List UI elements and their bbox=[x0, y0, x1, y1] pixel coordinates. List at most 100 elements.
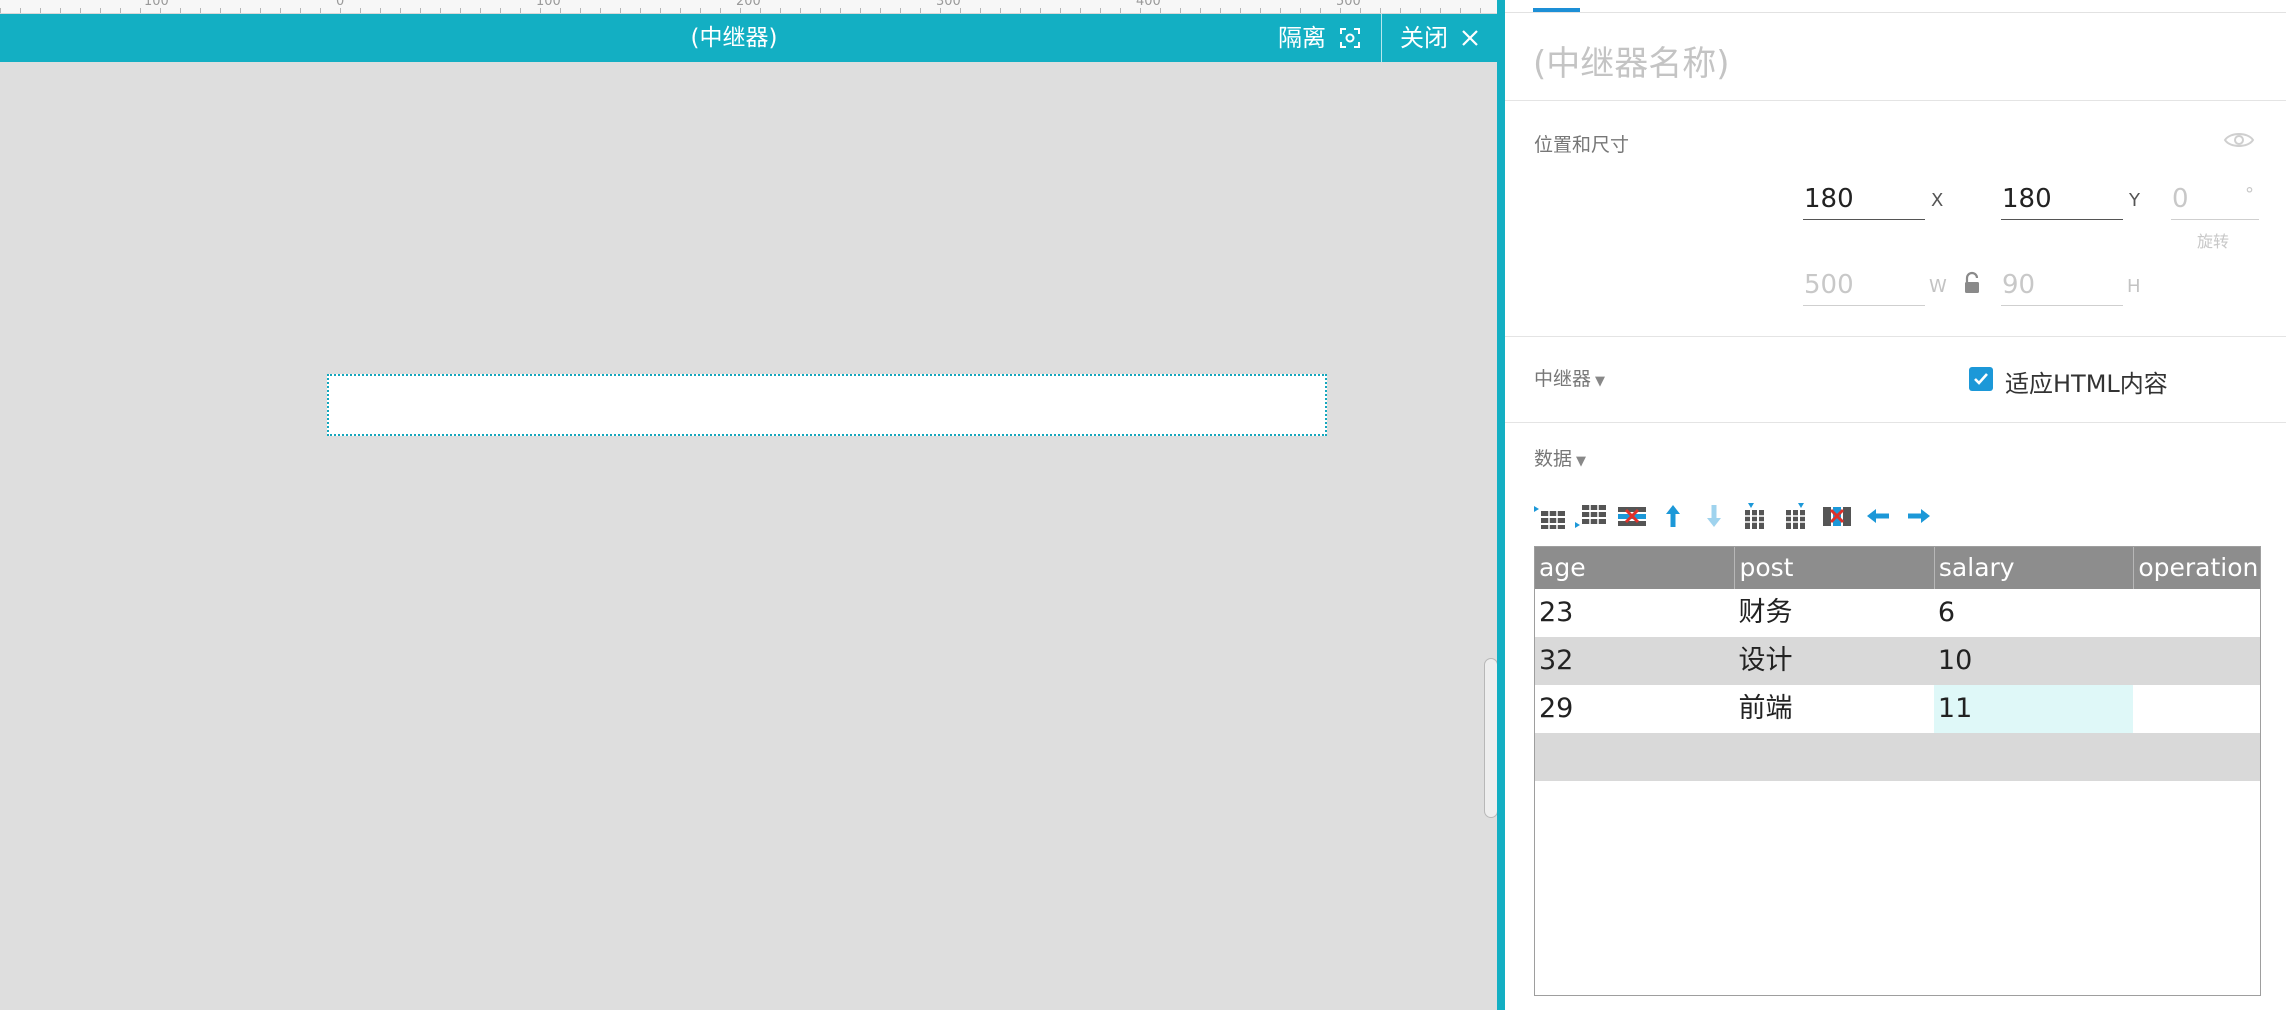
fit-html-checkbox[interactable] bbox=[1969, 367, 1993, 391]
ruler-tick bbox=[1240, 8, 1241, 13]
grid-cell[interactable] bbox=[2133, 733, 2260, 781]
ruler-tick bbox=[280, 8, 281, 13]
grid-cell-selected[interactable]: 11 bbox=[1933, 685, 2134, 733]
grid-cell[interactable] bbox=[2133, 685, 2260, 733]
ruler-tick bbox=[1460, 8, 1461, 13]
x-input[interactable]: 180 bbox=[1803, 180, 1925, 220]
ruler-tick bbox=[80, 8, 81, 13]
ruler-tick bbox=[1280, 8, 1281, 13]
fit-html-label[interactable]: 适应HTML内容 bbox=[2005, 364, 2168, 399]
move-down-icon[interactable] bbox=[1697, 502, 1731, 530]
widget-name-field[interactable]: (中继器名称) bbox=[1533, 36, 1730, 85]
insert-row-above-icon[interactable] bbox=[1533, 502, 1567, 530]
ruler-tick bbox=[980, 8, 981, 13]
ruler-tick bbox=[140, 8, 141, 13]
ruler-tick bbox=[0, 8, 1, 13]
ruler-tick bbox=[240, 8, 241, 13]
close-button[interactable]: 关闭 bbox=[1400, 14, 1480, 62]
grid-cell[interactable] bbox=[2133, 589, 2260, 637]
y-label: Y bbox=[2129, 190, 2140, 211]
unlock-icon[interactable] bbox=[1963, 271, 1983, 295]
ruler-tick bbox=[440, 8, 441, 13]
active-tab-indicator[interactable] bbox=[1533, 8, 1580, 12]
ruler-tick bbox=[1180, 8, 1181, 13]
eye-icon[interactable] bbox=[2223, 128, 2255, 152]
grid-cell[interactable] bbox=[2133, 637, 2260, 685]
delete-column-icon[interactable] bbox=[1820, 502, 1854, 530]
ruler-tick bbox=[780, 8, 781, 13]
insert-column-right-icon[interactable] bbox=[1779, 502, 1813, 530]
table-row: 29 前端 11 bbox=[1535, 685, 2260, 733]
ruler-tick bbox=[1380, 8, 1381, 13]
ruler-tick bbox=[1100, 8, 1101, 13]
grid-cell[interactable]: 10 bbox=[1934, 637, 2133, 685]
y-input[interactable]: 180 bbox=[2001, 180, 2123, 220]
insert-column-left-icon[interactable] bbox=[1738, 502, 1772, 530]
ruler-label: 100 bbox=[536, 0, 561, 9]
move-left-icon[interactable] bbox=[1861, 502, 1895, 530]
grid-cell[interactable]: 财务 bbox=[1734, 589, 1933, 637]
grid-cell[interactable] bbox=[1734, 733, 1933, 781]
ruler-tick bbox=[820, 8, 821, 13]
h-label: H bbox=[2127, 276, 2141, 297]
close-label: 关闭 bbox=[1400, 24, 1448, 52]
ruler-tick bbox=[480, 8, 481, 13]
horizontal-ruler: 100 0 100 200 300 400 500 bbox=[0, 0, 1502, 14]
caret-down-icon: ▼ bbox=[1576, 454, 1587, 469]
vertical-scrollbar[interactable] bbox=[1484, 658, 1498, 818]
ruler-tick bbox=[120, 8, 121, 13]
isolate-button[interactable]: 隔离 bbox=[1278, 14, 1362, 62]
ruler-tick bbox=[1260, 8, 1261, 13]
data-dropdown[interactable]: 数据 ▼ bbox=[1534, 444, 1586, 471]
grid-cell[interactable]: 32 bbox=[1535, 637, 1734, 685]
grid-cell[interactable]: 前端 bbox=[1734, 685, 1933, 733]
dataset-grid[interactable]: age post salary operation 23 财务 6 32 设计 … bbox=[1534, 546, 2261, 996]
inspector-panel: (中继器名称) 位置和尺寸 180 X 180 Y 0 ° 旋转 500 W 9… bbox=[1505, 0, 2286, 1010]
ruler-tick bbox=[720, 8, 721, 13]
degree-unit: ° bbox=[2245, 184, 2254, 205]
grid-cell[interactable]: 设计 bbox=[1734, 637, 1933, 685]
grid-cell[interactable]: 29 bbox=[1535, 685, 1734, 733]
new-row-placeholder[interactable] bbox=[1535, 733, 2260, 781]
repeater-widget[interactable] bbox=[327, 374, 1327, 436]
ruler-tick bbox=[1000, 8, 1001, 13]
divider bbox=[1505, 100, 2286, 101]
repeater-heading: 中继器 bbox=[1534, 368, 1592, 390]
isolate-icon bbox=[1340, 28, 1360, 48]
caret-down-icon: ▼ bbox=[1595, 374, 1606, 389]
column-header[interactable]: post bbox=[1734, 547, 1933, 589]
ruler-tick bbox=[20, 8, 21, 13]
height-input[interactable]: 90 bbox=[2001, 266, 2123, 306]
ruler-tick bbox=[1200, 8, 1201, 13]
grid-cell[interactable] bbox=[1535, 733, 1734, 781]
ruler-tick bbox=[520, 8, 521, 13]
ruler-tick bbox=[920, 8, 921, 13]
column-header[interactable]: age bbox=[1535, 547, 1734, 589]
panel-splitter[interactable] bbox=[1497, 0, 1505, 1010]
grid-cell[interactable] bbox=[1934, 733, 2133, 781]
data-heading: 数据 bbox=[1534, 448, 1573, 470]
ruler-tick bbox=[1300, 8, 1301, 13]
column-header[interactable]: operation bbox=[2133, 547, 2260, 589]
grid-cell[interactable]: 23 bbox=[1535, 589, 1734, 637]
ruler-tick bbox=[60, 8, 61, 13]
ruler-label: 100 bbox=[144, 0, 169, 9]
grid-cell[interactable]: 6 bbox=[1934, 589, 2133, 637]
ruler-tick bbox=[40, 8, 41, 13]
isolate-label: 隔离 bbox=[1278, 24, 1326, 52]
ruler-label: 300 bbox=[936, 0, 961, 9]
repeater-dropdown[interactable]: 中继器 ▼ bbox=[1534, 364, 1605, 391]
delete-row-icon[interactable] bbox=[1615, 502, 1649, 530]
move-up-icon[interactable] bbox=[1656, 502, 1690, 530]
move-right-icon[interactable] bbox=[1902, 502, 1936, 530]
divider bbox=[1505, 336, 2286, 337]
ruler-label: 200 bbox=[736, 0, 761, 9]
ruler-tick bbox=[420, 8, 421, 13]
design-canvas[interactable] bbox=[0, 62, 1498, 1010]
table-row: 23 财务 6 bbox=[1535, 589, 2260, 637]
checkmark-icon bbox=[1974, 373, 1988, 385]
column-header[interactable]: salary bbox=[1933, 547, 2133, 589]
insert-row-below-icon[interactable] bbox=[1574, 502, 1608, 530]
width-input[interactable]: 500 bbox=[1803, 266, 1925, 306]
ruler-tick bbox=[1080, 8, 1081, 13]
